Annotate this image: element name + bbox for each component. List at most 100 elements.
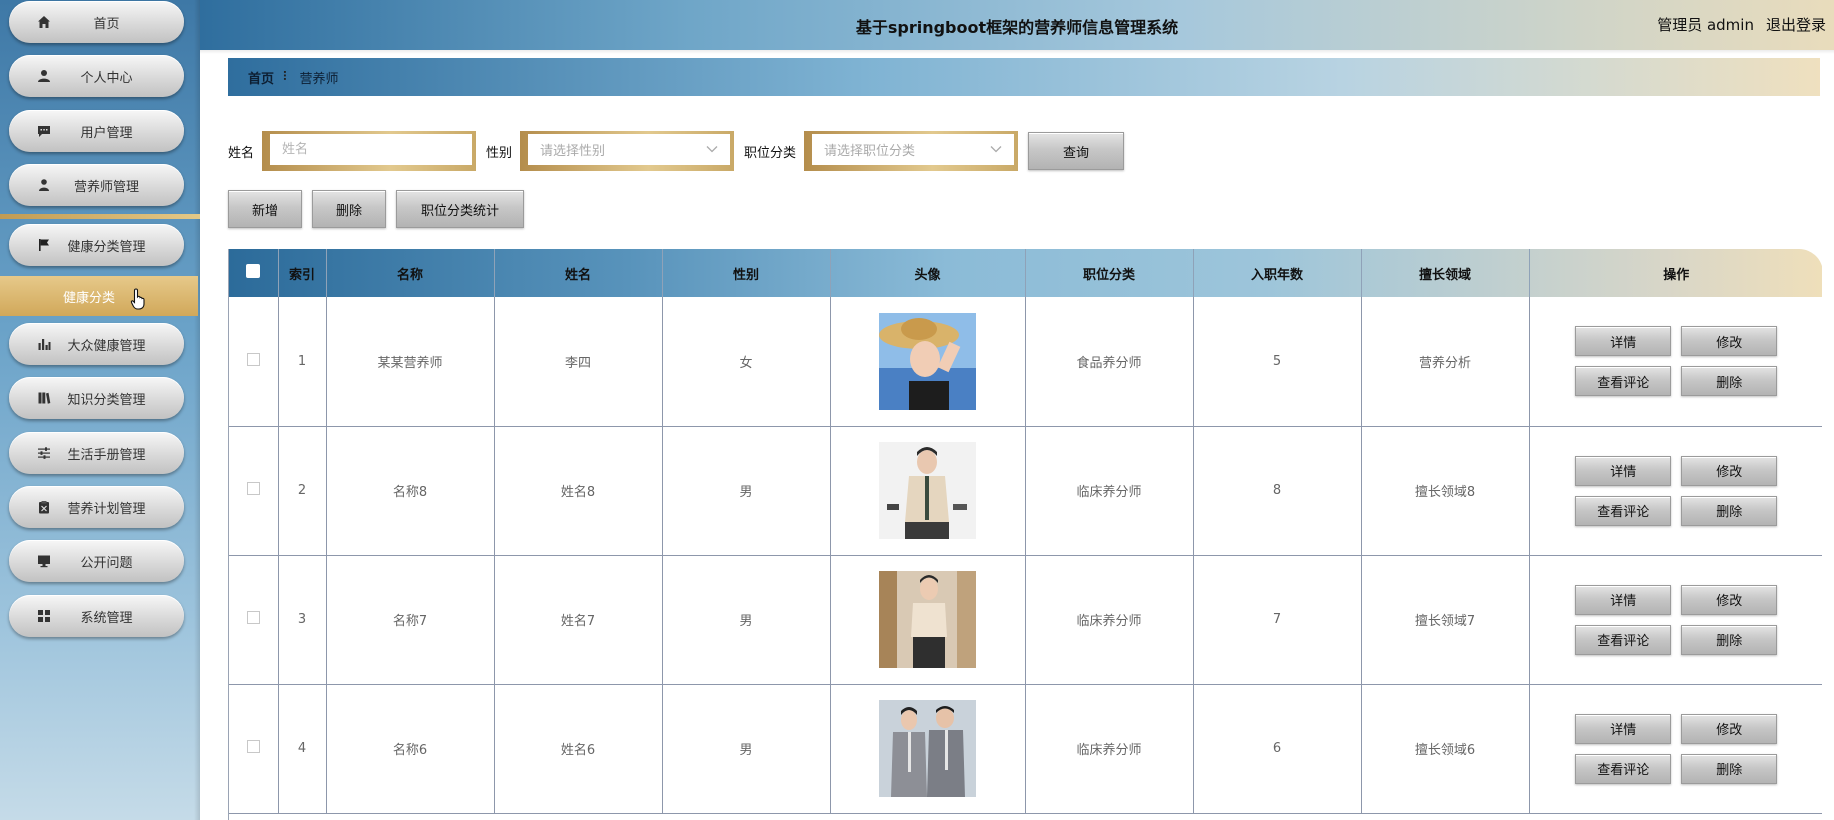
row-select-cell [229,297,279,426]
gender-select[interactable]: 请选择性别 [528,134,731,165]
name-cell: 姓名7 [494,555,663,684]
add-button[interactable]: 新增 [228,190,302,228]
name-field-inner [270,134,473,165]
view-comments-button[interactable]: 查看评论 [1575,495,1672,526]
avatar [879,442,976,539]
index-cell: 4 [278,684,327,813]
operations-cell: 详情 修改 查看评论 删除 [1529,555,1822,684]
row-delete-button[interactable]: 删除 [1681,753,1778,784]
sidebar-item-user-management[interactable]: 用户管理 [9,110,184,152]
edit-button[interactable]: 修改 [1681,713,1778,744]
title-cell: 某某营养师 [326,297,495,426]
row-checkbox[interactable] [246,352,260,366]
sidebar-item-personal-center[interactable]: 个人中心 [9,55,184,97]
logout-link[interactable]: 退出登录 [1766,16,1826,34]
bar-chart-icon [35,335,53,353]
title-cell: 名称8 [326,426,495,555]
gender-cell: 女 [662,297,831,426]
sidebar-item-life-manual-management[interactable]: 生活手册管理 [9,432,184,474]
title-cell: 名称7 [326,555,495,684]
sidebar-gold-divider [0,214,200,219]
top-header: 基于springboot框架的营养师信息管理系统 管理员 admin 退出登录 [200,0,1834,50]
row-delete-button[interactable]: 删除 [1681,624,1778,655]
category-select-placeholder: 请选择职位分类 [824,144,916,159]
sidebar-item-home[interactable]: 首页 [9,1,184,43]
title-cell: 名称6 [326,684,495,813]
category-cell: 临床养分师 [1025,426,1194,555]
column-header: 擅长领域 [1361,249,1530,297]
detail-button[interactable]: 详情 [1575,326,1672,357]
row-checkbox[interactable] [246,740,260,753]
category-cell: 临床养分师 [1025,555,1194,684]
sidebar-item-dietitian-management[interactable]: 营养师管理 [9,164,184,206]
breadcrumb-home[interactable]: 首页 [248,68,274,87]
name-search-input[interactable] [282,134,461,165]
monitor-icon [35,552,53,570]
sidebar-item-health-category-management[interactable]: 健康分类管理 [9,224,184,266]
operations-cell: 详情 修改 查看评论 删除 [1529,297,1822,426]
edit-button[interactable]: 修改 [1681,455,1778,486]
row-select-cell [229,426,279,555]
chevron-down-icon [990,142,1002,157]
row-delete-button[interactable]: 删除 [1681,366,1778,397]
column-header: 入职年数 [1193,249,1362,297]
avatar [879,700,976,797]
name-cell: 李四 [494,297,663,426]
chat-icon [35,122,53,140]
table-row: 2 名称8 姓名8 男 临床养分师 8 擅长领域8 详情 修改 查看评论 删除 [229,426,1822,555]
gender-label: 性别 [486,145,513,161]
row-select-cell [229,684,279,813]
view-comments-button[interactable]: 查看评论 [1575,753,1672,784]
query-button[interactable]: 查询 [1028,132,1125,170]
column-header: 性别 [662,249,831,297]
sidebar-item-public-questions[interactable]: 公开问题 [9,540,184,582]
avatar-cell [830,426,1026,555]
detail-button[interactable]: 详情 [1575,455,1672,486]
years-cell: 8 [1193,426,1362,555]
edit-button[interactable]: 修改 [1681,326,1778,357]
sidebar-item-nutrition-plan-management[interactable]: 营养计划管理 [9,486,184,528]
gender-cell: 男 [662,555,831,684]
category-select[interactable]: 请选择职位分类 [812,134,1015,165]
breadcrumb-separator: ⠇ [282,69,292,85]
sidebar-item-public-health-management[interactable]: 大众健康管理 [9,323,184,365]
column-header: 名称 [326,249,495,297]
name-cell: 姓名8 [494,426,663,555]
sidebar-subitem-health-category[interactable]: 健康分类 [0,276,198,316]
column-header: 职位分类 [1025,249,1194,297]
table-header-row: 索引 名称 姓名 性别 头像 职位分类 入职年数 擅长领域 操作 [229,249,1822,297]
category-cell: 食品养分师 [1025,297,1194,426]
row-checkbox[interactable] [246,611,260,624]
person-icon [35,176,53,194]
column-header: 头像 [830,249,1026,297]
chevron-down-icon [706,142,718,157]
select-all-header [229,249,279,297]
field-cell: 擅长领域6 [1361,684,1530,813]
page-title: 基于springboot框架的营养师信息管理系统 [855,18,1179,37]
view-comments-button[interactable]: 查看评论 [1575,624,1672,655]
view-comments-button[interactable]: 查看评论 [1575,366,1672,397]
row-checkbox[interactable] [246,482,260,495]
select-all-checkbox[interactable] [246,264,261,278]
category-stats-button[interactable]: 职位分类统计 [396,190,524,228]
name-cell: 姓名6 [494,684,663,813]
column-header: 操作 [1663,267,1690,283]
column-header: 姓名 [494,249,663,297]
field-cell: 擅长领域8 [1361,426,1530,555]
gender-select-frame: 请选择性别 [520,131,735,171]
avatar-cell [830,555,1026,684]
delete-button[interactable]: 删除 [312,190,386,228]
edit-button[interactable]: 修改 [1681,584,1778,615]
user-icon [35,67,53,85]
detail-button[interactable]: 详情 [1575,584,1672,615]
category-cell: 临床养分师 [1025,684,1194,813]
search-form: 姓名 性别 请选择性别 职位分类 请选择职位分类 查询 [228,131,1125,171]
sidebar-item-system-management[interactable]: 系统管理 [9,595,184,637]
sidebar-item-knowledge-category-management[interactable]: 知识分类管理 [9,377,184,419]
detail-button[interactable]: 详情 [1575,713,1672,744]
operations-cell: 详情 修改 查看评论 删除 [1529,684,1822,813]
row-delete-button[interactable]: 删除 [1681,495,1778,526]
table-row: 3 名称7 姓名7 男 临床养分师 7 擅长领域7 详情 修改 查看评论 删除 [229,555,1822,684]
row-select-cell [229,555,279,684]
breadcrumb: 首页 ⠇ 营养师 [228,58,1820,96]
